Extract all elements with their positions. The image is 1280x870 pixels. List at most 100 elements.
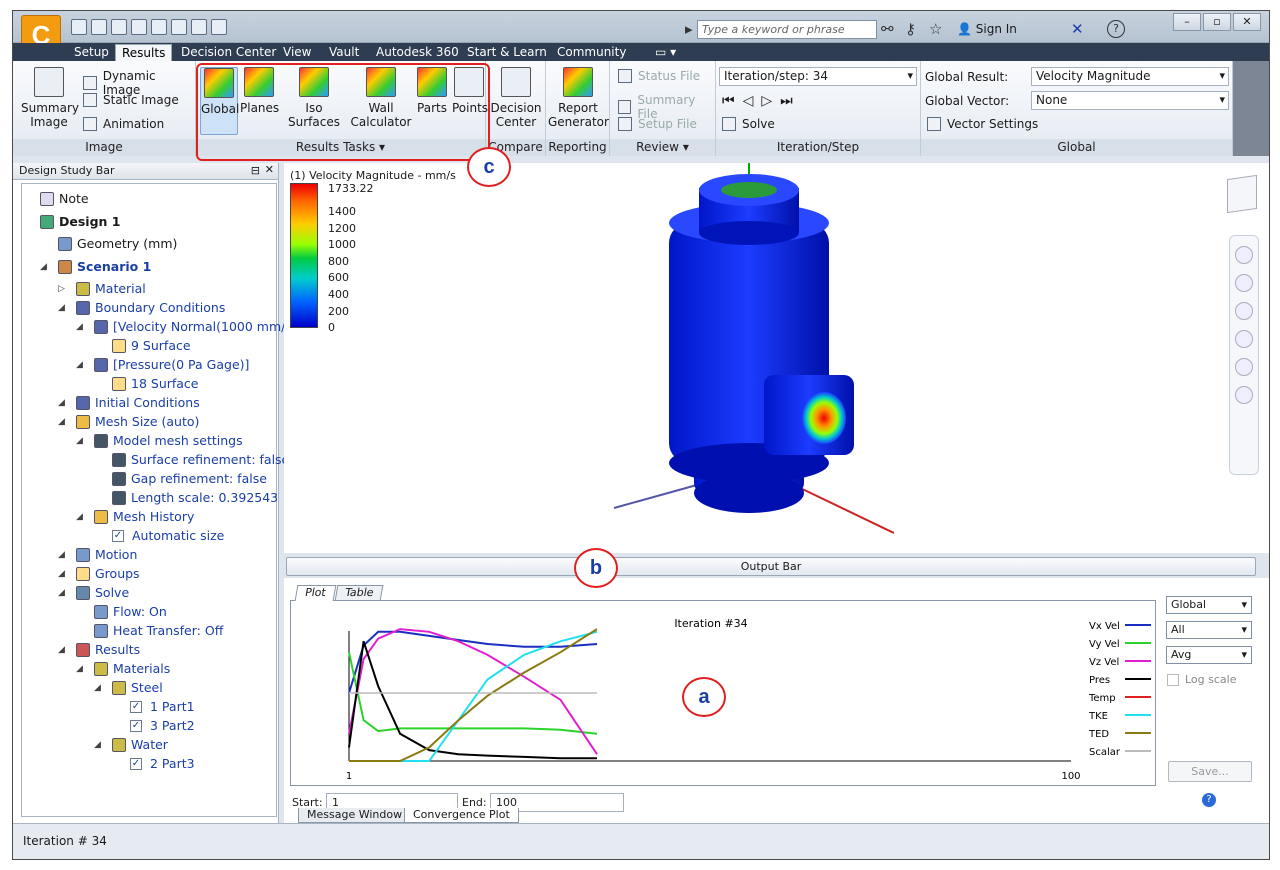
zoom-icon[interactable] [1235, 302, 1253, 320]
tree-item[interactable]: Length scale: 0.392543 [112, 490, 278, 505]
animation-button[interactable]: Animation [83, 117, 164, 131]
help-icon[interactable]: ? [1202, 793, 1216, 807]
global-result-select[interactable]: Velocity Magnitude [1031, 67, 1229, 86]
help-icon[interactable]: ? [1107, 20, 1125, 38]
save-icon[interactable] [111, 19, 127, 35]
tab-convergence-plot[interactable]: Convergence Plot [404, 808, 519, 823]
expand-toggle-icon[interactable]: ◢ [76, 322, 83, 332]
tab-table[interactable]: Table [334, 585, 384, 601]
maximize-icon[interactable]: ▫ [1203, 13, 1231, 31]
tree-item[interactable]: Steel [112, 680, 163, 695]
tree-item[interactable]: Surface refinement: false [112, 452, 289, 467]
close-icon[interactable]: ✕ [1233, 13, 1261, 31]
tree-item[interactable]: ✓ 1 Part1 [130, 699, 195, 714]
tab-results[interactable]: Results [115, 44, 173, 61]
tree-item[interactable]: Model mesh settings [94, 433, 243, 448]
tree-item[interactable]: Solve [76, 585, 129, 600]
tree-item[interactable]: Motion [76, 547, 137, 562]
sign-in-button[interactable]: 👤 Sign In [957, 22, 1017, 36]
expand-toggle-icon[interactable]: ◢ [58, 417, 65, 427]
scope-select[interactable]: Global [1166, 596, 1252, 614]
expand-toggle-icon[interactable]: ◢ [58, 550, 65, 560]
save-button[interactable]: Save... [1168, 761, 1252, 782]
first-step-icon[interactable]: ⏮ [722, 93, 743, 109]
tree-item[interactable]: 9 Surface [112, 338, 191, 353]
static-image-button[interactable]: Static Image [83, 93, 179, 107]
tree-item[interactable]: Groups [76, 566, 140, 581]
exchange-icon[interactable]: ✕ [1071, 20, 1084, 38]
setup-file-button[interactable]: Setup File [618, 117, 697, 131]
tree-item[interactable]: Mesh History [94, 509, 194, 524]
stat-select[interactable]: Avg [1166, 646, 1252, 664]
tree-item[interactable]: Geometry (mm) [58, 236, 177, 251]
global-button[interactable]: Global [200, 67, 239, 135]
customize-icon[interactable] [211, 19, 227, 35]
tree-item[interactable]: [Pressure(0 Pa Gage)] [94, 357, 249, 372]
key-icon[interactable]: ⚷ [905, 20, 916, 38]
expand-toggle-icon[interactable]: ◢ [76, 664, 83, 674]
expand-toggle-icon[interactable]: ◢ [58, 645, 65, 655]
close-panel-icon[interactable]: ✕ [265, 163, 274, 176]
prev-step-icon[interactable]: ◁ [743, 93, 762, 109]
tree-item[interactable]: Water [112, 737, 168, 752]
iso-surfaces-button[interactable]: Iso Surfaces [280, 67, 348, 129]
tree-item[interactable]: ✓ 3 Part2 [130, 718, 195, 733]
tree-item[interactable]: Initial Conditions [76, 395, 200, 410]
status-file-button[interactable]: Status File [618, 69, 700, 83]
tree-checkbox[interactable]: ✓ [112, 529, 124, 542]
tree-checkbox[interactable]: ✓ [130, 719, 142, 732]
tree-item[interactable]: Gap refinement: false [112, 471, 267, 486]
expand-toggle-icon[interactable]: ◢ [58, 303, 65, 313]
tree-item[interactable]: Mesh Size (auto) [76, 414, 199, 429]
expand-toggle-icon[interactable]: ◢ [94, 740, 101, 750]
expand-toggle-icon[interactable]: ◢ [40, 262, 47, 272]
view-cube[interactable] [1227, 174, 1257, 214]
expand-toggle-icon[interactable]: ◢ [58, 569, 65, 579]
tree-item[interactable]: Heat Transfer: Off [94, 623, 223, 638]
tree-item[interactable]: Note [40, 191, 89, 206]
new-icon[interactable] [71, 19, 87, 35]
parts-button[interactable]: Parts [414, 67, 450, 115]
expand-toggle-icon[interactable]: ◢ [94, 683, 101, 693]
tree-item[interactable]: Flow: On [94, 604, 167, 619]
vector-settings-button[interactable]: Vector Settings [927, 117, 1038, 131]
decision-center-button[interactable]: Decision Center [490, 67, 542, 129]
expand-toggle-icon[interactable]: ◢ [58, 588, 65, 598]
minimize-icon[interactable]: – [1173, 13, 1201, 31]
tree-item[interactable]: ✓ Automatic size [112, 528, 224, 543]
layout-icon[interactable] [191, 19, 207, 35]
tab-start-learn[interactable]: Start & Learn [461, 44, 553, 61]
arrow-right-icon[interactable]: ▸ [685, 20, 693, 38]
planes-button[interactable]: Planes [240, 67, 279, 115]
expand-toggle-icon[interactable]: ◢ [76, 512, 83, 522]
expand-toggle-icon[interactable]: ◢ [58, 398, 65, 408]
showmotion-icon[interactable] [1235, 386, 1253, 404]
view-icon[interactable] [171, 19, 187, 35]
tab-autodesk-360[interactable]: Autodesk 360 [370, 44, 465, 61]
tab-plot[interactable]: Plot [294, 585, 337, 601]
orbit-icon[interactable] [1235, 330, 1253, 348]
tree-item[interactable]: Materials [94, 661, 170, 676]
report-generator-button[interactable]: Report Generator [548, 67, 609, 129]
star-icon[interactable]: ☆ [929, 20, 942, 38]
look-icon[interactable] [1235, 358, 1253, 376]
search-input[interactable]: Type a keyword or phrase [697, 20, 877, 39]
tree-item[interactable]: ✓ 2 Part3 [130, 756, 195, 771]
open-icon[interactable] [91, 19, 107, 35]
solve-button[interactable]: Solve [722, 117, 775, 131]
tab-message-window[interactable]: Message Window [298, 808, 412, 823]
filter-select[interactable]: All [1166, 621, 1252, 639]
points-button[interactable]: Points [452, 67, 488, 115]
binoculars-icon[interactable]: ⚯ [881, 20, 894, 38]
next-step-icon[interactable]: ▷ [761, 93, 780, 109]
tab-community[interactable]: Community [551, 44, 632, 61]
tree-item[interactable]: Scenario 1 [58, 259, 151, 274]
pin-icon[interactable]: ⊟ [251, 164, 260, 177]
tree-item[interactable]: Design 1 [40, 214, 120, 229]
tree-checkbox[interactable]: ✓ [130, 757, 142, 770]
tree-item[interactable]: Results [76, 642, 140, 657]
output-bar-header[interactable]: Output Bar [286, 557, 1256, 576]
review-label[interactable]: Review ▾ [610, 139, 715, 156]
last-step-icon[interactable]: ⏭ [780, 93, 801, 109]
save-as-icon[interactable] [131, 19, 147, 35]
